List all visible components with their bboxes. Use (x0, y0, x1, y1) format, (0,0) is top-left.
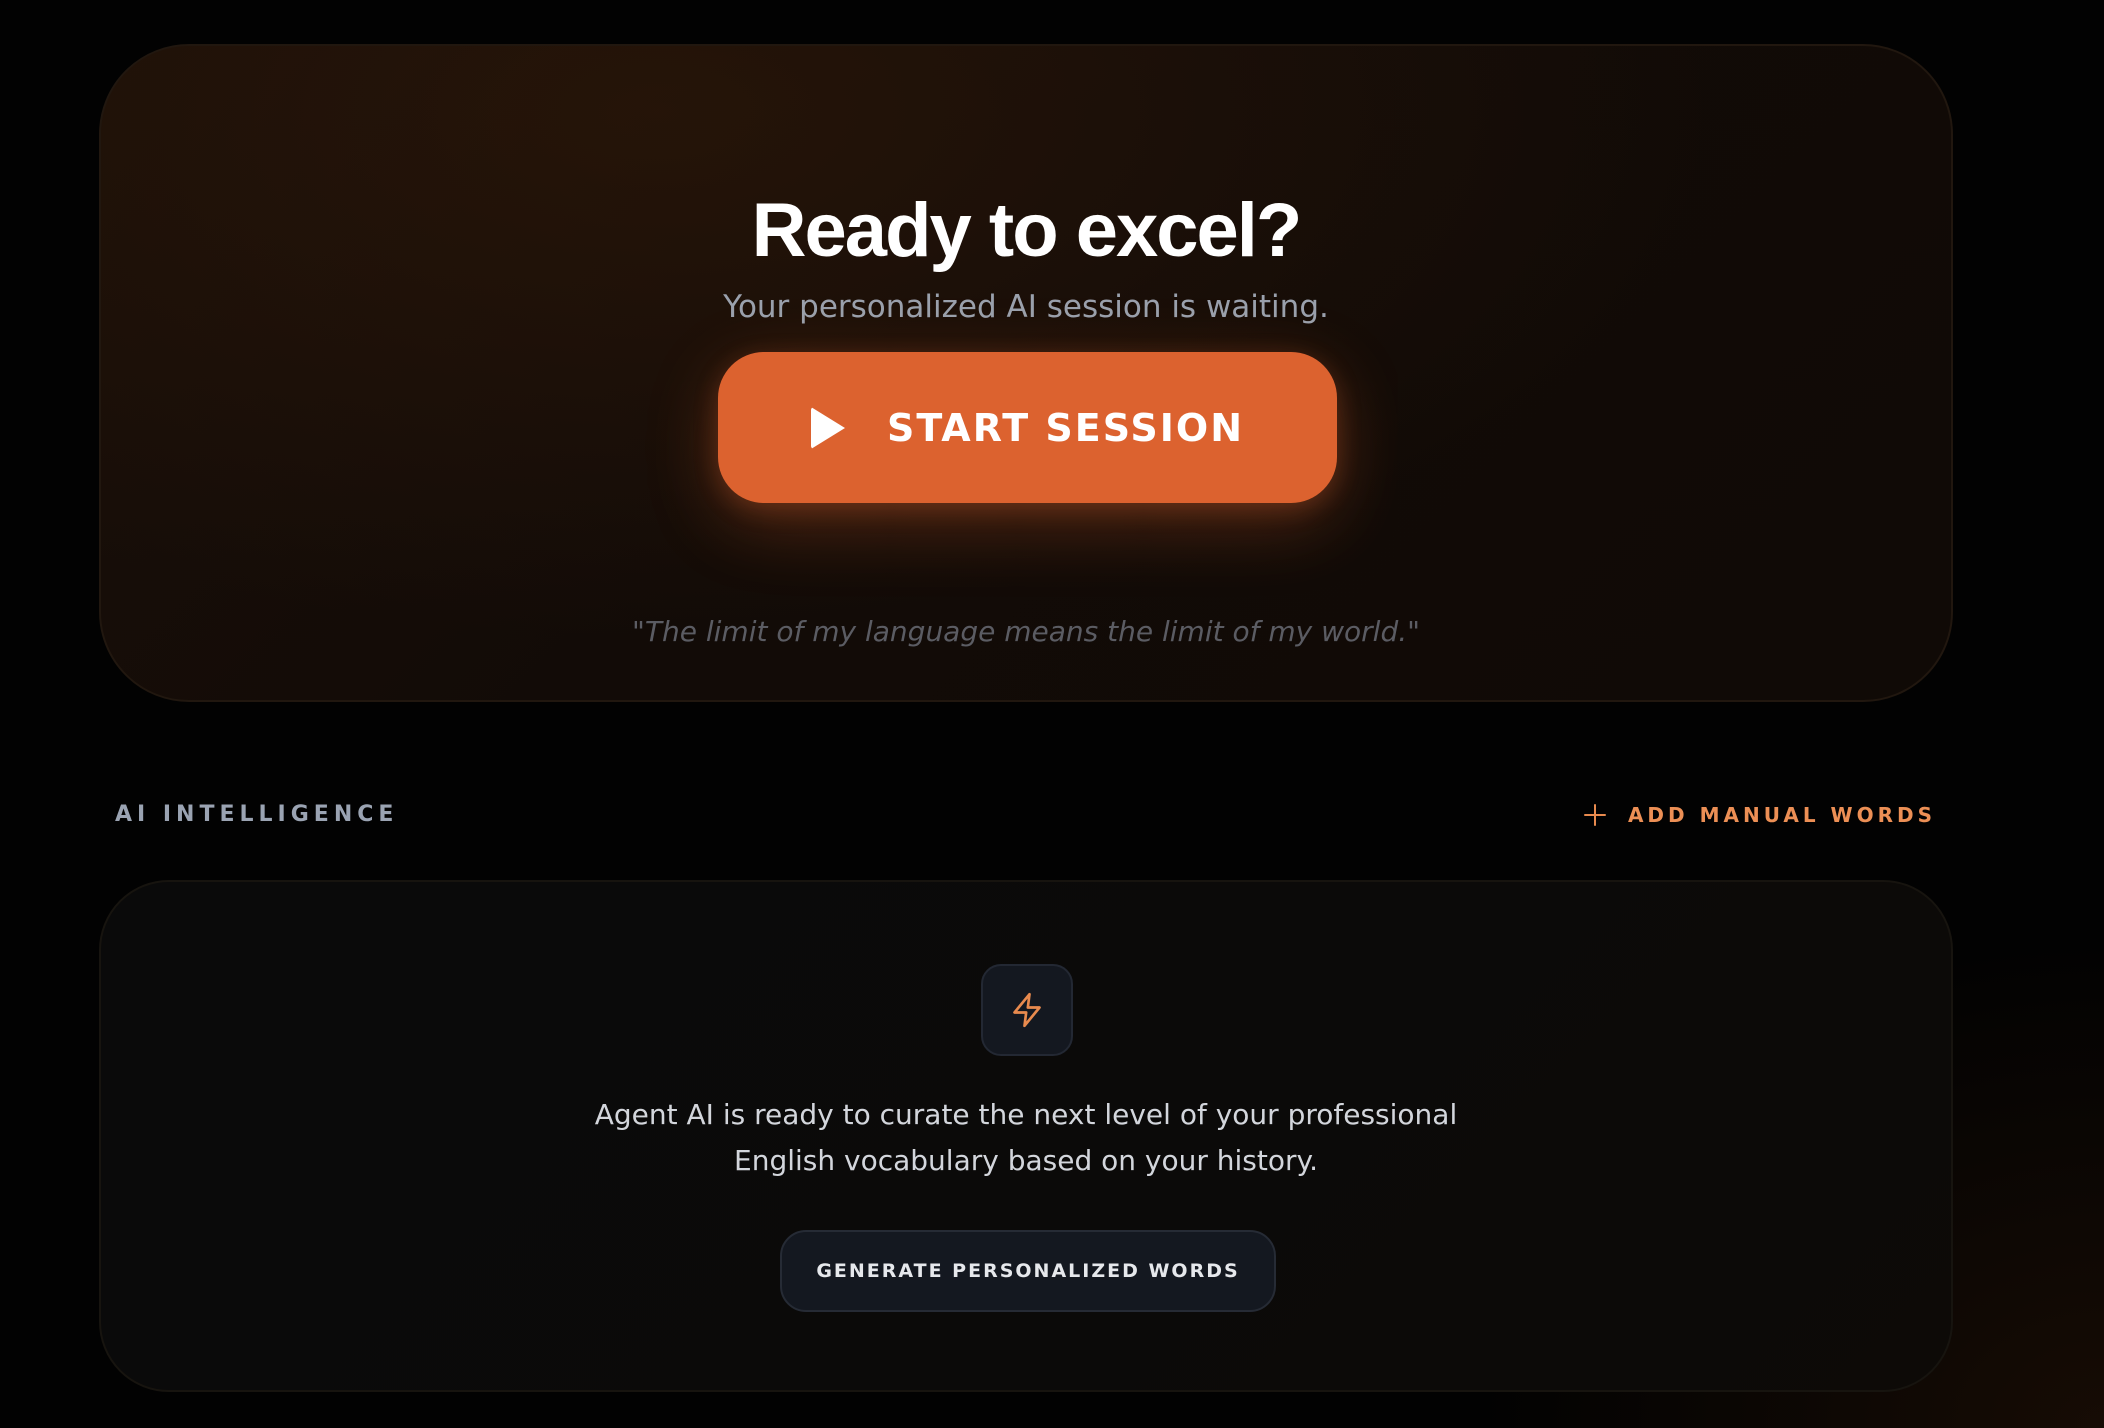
generate-personalized-words-button[interactable]: GENERATE PERSONALIZED WORDS (780, 1230, 1276, 1312)
hero-card: Ready to excel? Your personalized AI ses… (99, 44, 1953, 702)
start-session-button[interactable]: START SESSION (718, 352, 1337, 503)
ai-card: Agent AI is ready to curate the next lev… (99, 880, 1953, 1392)
add-manual-words-label: ADD MANUAL WORDS (1627, 803, 1936, 827)
hero-quote: "The limit of my language means the limi… (632, 615, 1420, 648)
play-icon (810, 406, 845, 449)
lightning-bolt-icon-box (981, 964, 1073, 1056)
page: Ready to excel? Your personalized AI ses… (0, 0, 2104, 1428)
ai-description: Agent AI is ready to curate the next lev… (101, 1092, 1951, 1184)
generate-personalized-words-label: GENERATE PERSONALIZED WORDS (816, 1260, 1240, 1282)
add-manual-words-button[interactable]: ADD MANUAL WORDS (1583, 798, 1936, 832)
section-label-ai-intelligence: AI INTELLIGENCE (115, 802, 399, 827)
start-session-label: START SESSION (886, 405, 1245, 450)
ai-description-line-2: English vocabulary based on your history… (734, 1144, 1318, 1177)
hero-title: Ready to excel? (751, 188, 1303, 273)
hero-subtitle: Your personalized AI session is waiting. (723, 289, 1329, 325)
plus-icon (1583, 804, 1606, 826)
lightning-bolt-icon (1013, 992, 1041, 1028)
ai-description-line-1: Agent AI is ready to curate the next lev… (594, 1098, 1458, 1131)
